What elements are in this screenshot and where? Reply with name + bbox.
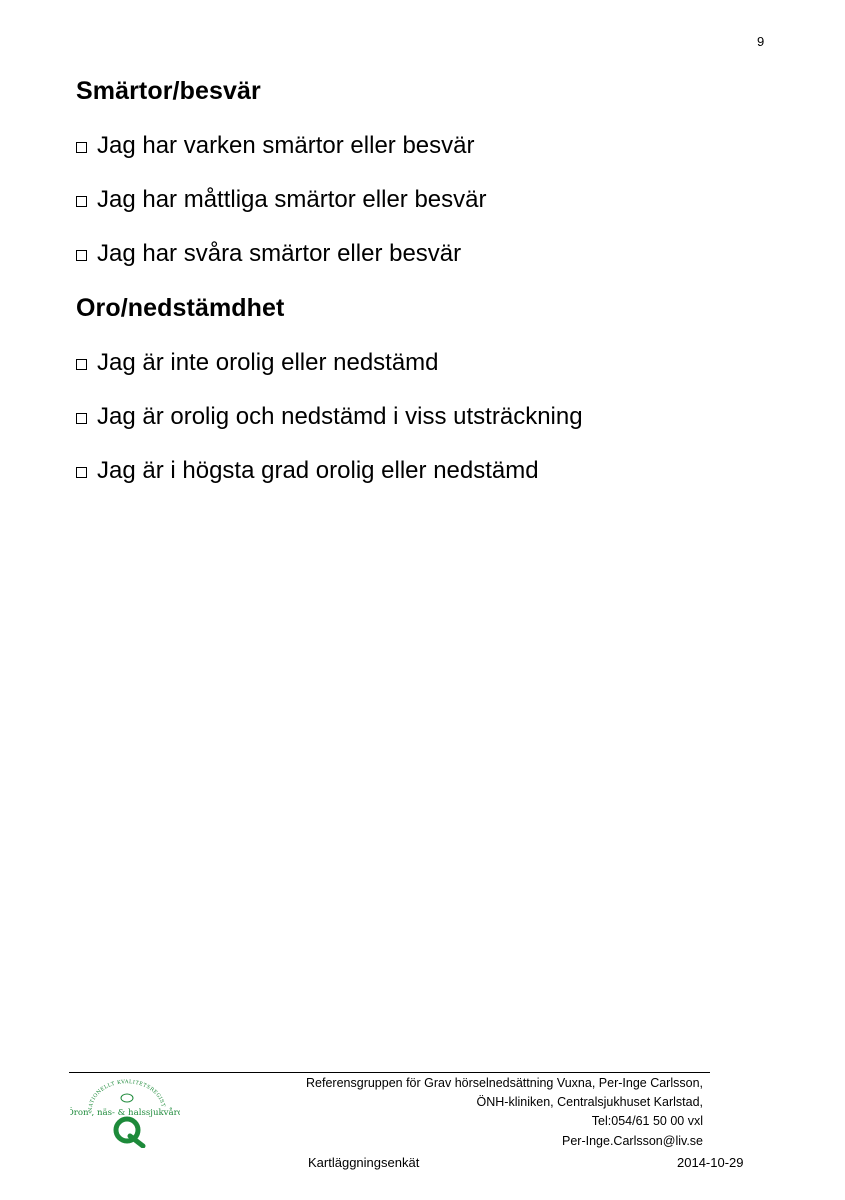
contact-email[interactable]: Per-Inge.Carlsson@liv.se	[306, 1132, 703, 1151]
option-anxiety-none[interactable]: Jag är inte orolig eller nedstämd	[76, 349, 439, 377]
svg-text:NATIONELLT KVALITETSREGISTER: NATIONELLT KVALITETSREGISTER	[70, 1076, 166, 1112]
document-date: 2014-10-29	[677, 1155, 744, 1170]
section-heading-anxiety: Oro/nedstämdhet	[76, 294, 285, 322]
option-label: Jag har varken smärtor eller besvär	[97, 132, 475, 159]
option-anxiety-extreme[interactable]: Jag är i högsta grad orolig eller nedstä…	[76, 457, 539, 485]
page-number: 9	[757, 34, 765, 49]
checkbox[interactable]	[76, 359, 87, 370]
option-pain-none[interactable]: Jag har varken smärtor eller besvär	[76, 132, 474, 160]
contact-line: Referensgruppen för Grav hörselnedsättni…	[306, 1076, 703, 1090]
option-label: Jag är inte orolig eller nedstämd	[97, 349, 439, 376]
option-label: Jag är orolig och nedstämd i viss utsträ…	[97, 403, 583, 430]
document-title: Kartläggningsenkät	[308, 1155, 420, 1170]
option-label: Jag har svåra smärtor eller besvär	[97, 240, 462, 267]
quality-register-logo: NATIONELLT KVALITETSREGISTER Öron-, näs-…	[67, 1072, 184, 1149]
checkbox[interactable]	[76, 196, 87, 207]
option-anxiety-some[interactable]: Jag är orolig och nedstämd i viss utsträ…	[76, 403, 583, 431]
checkbox[interactable]	[76, 467, 87, 478]
option-pain-moderate[interactable]: Jag har måttliga smärtor eller besvär	[76, 186, 486, 214]
section-heading-pain: Smärtor/besvär	[76, 77, 261, 105]
contact-phone: Tel:054/61 50 00 vxl	[591, 1114, 703, 1129]
checkbox[interactable]	[76, 413, 87, 424]
footer-divider	[69, 1072, 710, 1073]
contact-line: ÖNH-kliniken, Centralsjukhuset Karlstad,	[476, 1095, 703, 1110]
option-label: Jag har måttliga smärtor eller besvär	[97, 186, 487, 213]
contact-info: Referensgruppen för Grav hörselnedsättni…	[306, 1074, 703, 1151]
svg-text:Öron-, näs- & halssjukvård: Öron-, näs- & halssjukvård	[70, 1106, 180, 1118]
checkbox[interactable]	[76, 250, 87, 261]
checkbox[interactable]	[76, 142, 87, 153]
option-pain-severe[interactable]: Jag har svåra smärtor eller besvär	[76, 240, 461, 268]
option-label: Jag är i högsta grad orolig eller nedstä…	[97, 457, 539, 484]
